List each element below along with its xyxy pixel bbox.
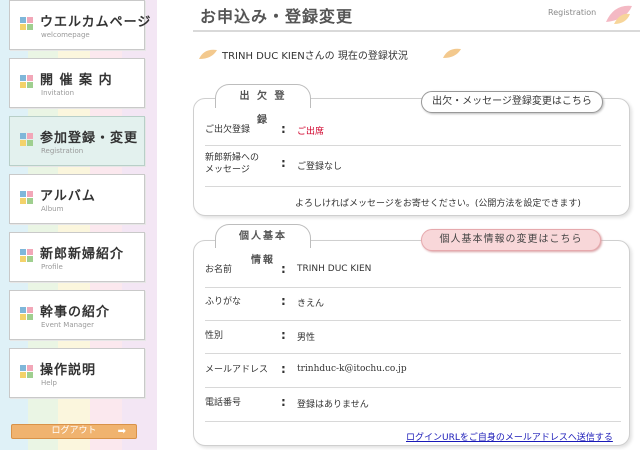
row-divider — [205, 387, 621, 388]
row-value: ご登録なし — [297, 162, 343, 172]
row-colon: : — [281, 294, 286, 308]
personal-info-tab: 個人基本情報 — [215, 224, 311, 266]
logout-button[interactable]: ログアウト ➡ — [11, 424, 137, 439]
sidebar-item-help[interactable]: 操作説明 Help — [9, 348, 145, 398]
row-value: TRINH DUC KIEN — [297, 264, 372, 274]
sidebar-item-sublabel: Registration — [41, 147, 84, 155]
leaf-icon — [443, 48, 461, 58]
row-value: trinhduc-k@itochu.co.jp — [297, 364, 407, 374]
row-value: ご出席 — [297, 127, 325, 137]
message-note: よろしければメッセージをお寄せください。(公開方法を設定できます) — [295, 199, 581, 209]
sidebar-item-sublabel: Invitation — [41, 89, 75, 97]
sidebar-item-label: 参加登録・変更 — [40, 131, 139, 146]
grid-icon — [20, 365, 34, 379]
grid-icon — [20, 75, 34, 89]
row-divider — [205, 353, 621, 354]
personal-info-change-button[interactable]: 個人基本情報の変更はこちら — [421, 229, 601, 251]
leaf-icon — [199, 49, 217, 59]
row-colon: : — [281, 122, 286, 136]
sidebar-item-label: アルバム — [40, 189, 96, 204]
row-value: きえん — [297, 299, 325, 309]
logout-label: ログアウト — [51, 426, 97, 436]
sidebar-item-welcome[interactable]: ウエルカムページ welcomepage — [9, 0, 150, 50]
leaf-decoration-icon — [606, 5, 632, 24]
row-divider — [205, 421, 621, 422]
row-colon: : — [281, 328, 286, 342]
attendance-tab: 出 欠 登 録 — [215, 84, 311, 126]
info-row-email: メールアドレス : trinhduc-k@itochu.co.jp — [205, 362, 621, 378]
row-label: メールアドレス — [205, 365, 269, 375]
sidebar-item-sublabel: Help — [41, 379, 57, 387]
row-value: 男性 — [297, 333, 316, 343]
attendance-row: ご出欠登録 : ご出席 — [205, 122, 621, 138]
sidebar-item-invitation[interactable]: 開 催 案 内 Invitation — [9, 58, 145, 108]
sidebar-item-sublabel: Album — [41, 205, 64, 213]
info-row-phone: 電話番号 : 登録はありません — [205, 395, 621, 411]
sidebar-item-sublabel: welcomepage — [41, 31, 90, 39]
sidebar-item-label: ウエルカムページ — [40, 15, 152, 30]
grid-icon — [20, 249, 34, 263]
attendance-change-button[interactable]: 出欠・メッセージ登録変更はこちら — [421, 91, 603, 113]
info-row-furigana: ふりがな : きえん — [205, 294, 621, 310]
sidebar-item-sublabel: Event Manager — [41, 321, 94, 329]
sidebar-item-label: 新郎新婦紹介 — [40, 247, 125, 262]
row-label: 電話番号 — [205, 398, 242, 408]
row-colon: : — [281, 156, 286, 170]
row-divider — [205, 186, 621, 187]
row-label: ふりがな — [205, 297, 242, 307]
row-divider — [205, 320, 621, 321]
sidebar-item-album[interactable]: アルバム Album — [9, 174, 145, 224]
sidebar-item-registration[interactable]: 参加登録・変更 Registration — [9, 116, 145, 166]
grid-icon — [20, 191, 34, 205]
row-label: 新郎新婦への メッセージ — [205, 153, 260, 175]
message-row: 新郎新婦への メッセージ : ご登録なし — [205, 152, 621, 178]
sidebar-item-profile[interactable]: 新郎新婦紹介 Profile — [9, 232, 145, 282]
page-title: お申込み・登録変更 — [200, 7, 354, 26]
row-label: 性別 — [205, 331, 224, 341]
row-colon: : — [281, 362, 286, 376]
sidebar-item-event-manager[interactable]: 幹事の紹介 Event Manager — [9, 290, 145, 340]
row-colon: : — [281, 395, 286, 409]
send-login-url-link[interactable]: ログインURLをご自身のメールアドレスへ送信する — [406, 430, 613, 443]
row-value: 登録はありません — [297, 400, 369, 410]
row-label: ご出欠登録 — [205, 125, 251, 135]
sidebar-item-sublabel: Profile — [41, 263, 63, 271]
header-divider — [193, 30, 640, 32]
arrow-right-icon: ➡ — [117, 426, 126, 437]
row-divider — [205, 145, 621, 146]
grid-icon — [20, 307, 34, 321]
sidebar-item-label: 開 催 案 内 — [40, 73, 113, 88]
row-divider — [205, 287, 621, 288]
info-row-name: お名前 : TRINH DUC KIEN — [205, 262, 621, 278]
row-colon: : — [281, 262, 286, 276]
sidebar-item-label: 操作説明 — [40, 363, 97, 378]
status-line: TRINH DUC KIENさんの 現在の登録状況 — [222, 51, 408, 62]
row-label: お名前 — [205, 265, 233, 275]
page-title-en: Registration — [548, 8, 597, 17]
grid-icon — [20, 17, 34, 31]
sidebar-item-label: 幹事の紹介 — [40, 305, 111, 320]
info-row-gender: 性別 : 男性 — [205, 328, 621, 344]
grid-icon — [20, 133, 34, 147]
